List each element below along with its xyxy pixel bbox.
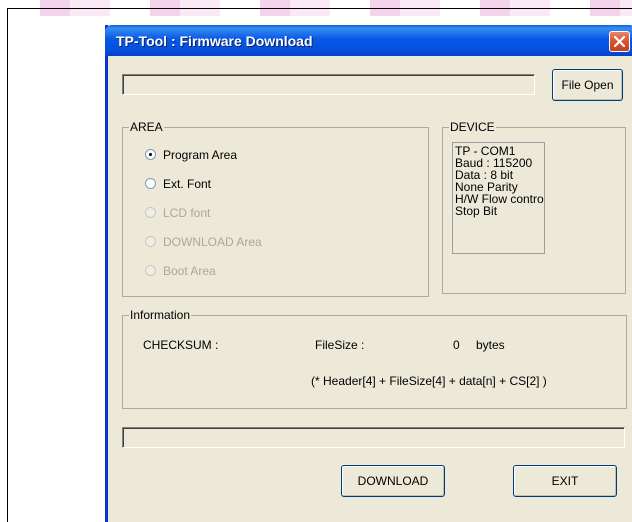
firmware-download-dialog: TP-Tool : Firmware Download File Open AR… <box>105 25 632 522</box>
device-group-label: DEVICE <box>449 120 496 134</box>
window-title: TP-Tool : Firmware Download <box>116 33 313 49</box>
filesize-label: FileSize : <box>315 338 365 352</box>
device-line: Stop Bit <box>455 204 498 218</box>
close-icon <box>613 35 626 48</box>
device-settings-box: TP - COM1 Baud : 115200 Data : 8 bit Non… <box>452 142 545 254</box>
download-progress-bar <box>122 427 625 448</box>
radio-indicator <box>145 265 156 276</box>
download-button-label: DOWNLOAD <box>357 474 429 488</box>
page-frame-top <box>7 8 632 9</box>
file-open-label: File Open <box>561 78 614 92</box>
file-open-button[interactable]: File Open <box>552 69 623 101</box>
download-button[interactable]: DOWNLOAD <box>341 465 445 497</box>
radio-indicator[interactable] <box>145 149 156 160</box>
radio-label: Program Area <box>163 148 238 162</box>
title-bar[interactable]: TP-Tool : Firmware Download <box>105 25 632 56</box>
exit-button[interactable]: EXIT <box>513 465 617 497</box>
radio-label: Ext. Font <box>163 177 212 191</box>
exit-button-label: EXIT <box>551 474 579 488</box>
close-button[interactable] <box>609 31 630 52</box>
area-group: AREA Program Area Ext. Font LCD font DOW… <box>122 120 429 297</box>
device-group: DEVICE TP - COM1 Baud : 115200 Data : 8 … <box>442 120 626 294</box>
radio-label: LCD font <box>163 206 211 220</box>
radio-indicator <box>145 236 156 247</box>
file-path-field[interactable] <box>122 74 535 95</box>
page-frame-left <box>7 8 8 522</box>
filesize-value: 0 <box>453 338 460 352</box>
information-group: Information CHECKSUM : FileSize : 0 byte… <box>122 308 627 409</box>
radio-indicator <box>145 207 156 218</box>
filesize-unit: bytes <box>476 338 505 352</box>
checksum-formula: (* Header[4] + FileSize[4] + data[n] + C… <box>311 374 547 388</box>
radio-label: Boot Area <box>163 264 216 278</box>
checksum-label: CHECKSUM : <box>143 338 219 352</box>
radio-label: DOWNLOAD Area <box>163 235 262 249</box>
radio-indicator[interactable] <box>145 178 156 189</box>
area-group-label: AREA <box>129 120 164 134</box>
information-group-label: Information <box>129 308 192 322</box>
